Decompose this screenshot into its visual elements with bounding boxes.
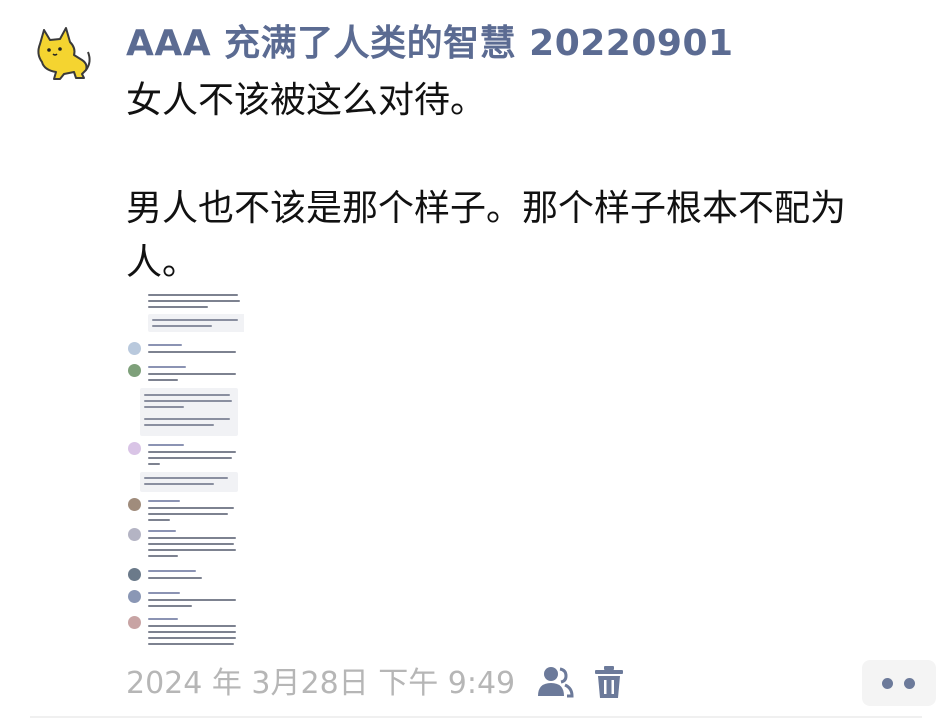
more-icon (882, 678, 893, 689)
people-icon[interactable] (536, 664, 574, 700)
more-button[interactable] (862, 660, 936, 706)
post-paragraph: 男人也不该是那个样子。那个样子根本不配为人。 (126, 188, 847, 283)
divider (30, 716, 922, 718)
post-text: 女人不该被这么对待。 男人也不该是那个样子。那个样子根本不配为人。 (126, 74, 916, 290)
trash-icon[interactable] (592, 664, 630, 700)
avatar[interactable] (30, 22, 94, 82)
cat-avatar-icon (37, 27, 91, 80)
post-image[interactable] (120, 284, 244, 652)
timestamp: 2024 年 3月28日 下午 9:49 (126, 666, 516, 701)
username[interactable]: AAA 充满了人类的智慧 20220901 (126, 14, 734, 66)
post-paragraph: 女人不该被这么对待。 (126, 80, 487, 121)
